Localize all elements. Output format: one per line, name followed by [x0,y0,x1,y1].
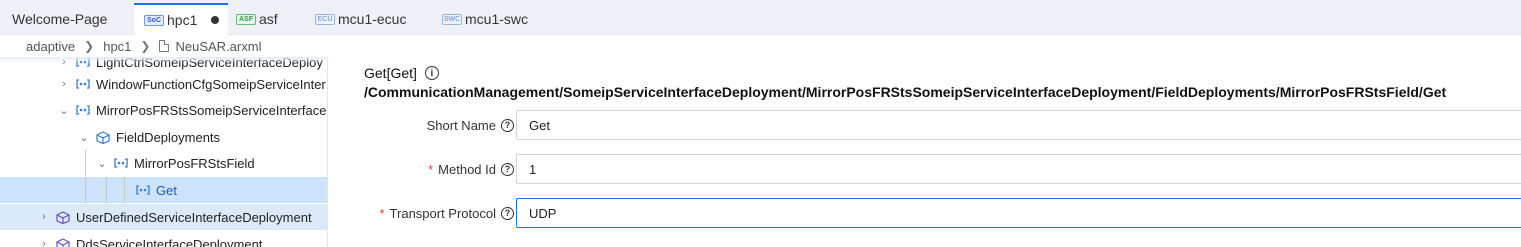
method-id-row: * Method Id ? [340,154,1521,184]
tree-item[interactable]: › WindowFunctionCfgSomeipServiceInter [0,71,327,97]
tree-item-label: MirrorPosFRStsField [134,155,255,171]
tree-guide-line [106,177,107,203]
file-icon [159,40,170,52]
asf-icon: ASF [236,13,256,25]
editor-tab-bar: Welcome-Page SoC hpc1 ASF asf ECU mcu1-e… [0,0,1521,35]
chevron-right-icon[interactable]: › [38,238,50,247]
chevron-down-icon[interactable]: ⌄ [58,104,70,117]
tree-guide-line [85,177,86,203]
tree-guide-line [85,150,86,176]
tree-item-label: FieldDeployments [116,129,221,145]
chevron-right-icon: ❯ [84,39,95,53]
tab-welcome-page[interactable]: Welcome-Page [12,4,107,34]
model-tree: › LightCtrlSomeipServiceInterfaceDeploy … [0,57,328,247]
tab-label: hpc1 [167,12,198,28]
element-title: Get[Get] i [364,65,439,81]
chevron-right-icon: ❯ [140,39,151,53]
tree-item-label: MirrorPosFRStsSomeipServiceInterface [96,102,327,118]
breadcrumb-item[interactable]: NeuSAR.arxml [175,39,261,54]
tab-mcu1-ecuc[interactable]: ECU mcu1-ecuc [315,4,406,34]
method-id-input[interactable] [516,154,1521,184]
label-text: Method Id [438,161,496,177]
transport-protocol-label: * Transport Protocol ? [379,198,514,228]
tree-item[interactable]: ⌄ FieldDeployments [0,124,327,150]
element-title-text: Get[Get] [364,65,417,81]
deployment-icon [114,157,128,169]
deployment-icon [76,78,90,90]
transport-protocol-row: * Transport Protocol ? [340,198,1521,228]
tab-asf[interactable]: ASF asf [236,4,278,34]
tree-item-selected[interactable]: Get [0,177,327,203]
chevron-right-icon[interactable]: › [38,211,50,223]
package-icon [56,210,70,224]
chevron-down-icon[interactable]: ⌄ [78,131,90,144]
tab-label: mcu1-ecuc [338,11,407,27]
deployment-icon [76,104,90,116]
tree-item[interactable]: › UserDefinedServiceInterfaceDeployment [0,204,327,230]
soc-icon: SoC [144,14,164,26]
package-icon [96,130,110,144]
help-icon[interactable]: ? [501,118,514,132]
breadcrumb-item[interactable]: adaptive [26,39,75,54]
method-id-label: * Method Id ? [428,154,514,184]
element-path: /CommunicationManagement/SomeipServiceIn… [364,84,1447,100]
package-icon [56,237,70,247]
short-name-label: Short Name ? [427,110,514,140]
breadcrumb-item[interactable]: hpc1 [103,39,131,54]
tab-label: mcu1-swc [465,11,529,27]
label-text: Short Name [426,117,496,133]
tree-item-label: WindowFunctionCfgSomeipServiceInter [96,76,326,92]
properties-panel: Get[Get] i /CommunicationManagement/Some… [340,57,1521,247]
tree-item-label: UserDefinedServiceInterfaceDeployment [76,209,312,225]
unsaved-dot-icon[interactable] [211,16,220,24]
help-icon[interactable]: ? [501,206,514,220]
tree-guide-line [124,177,125,203]
tree-item-label: DdsServiceInterfaceDeployment [76,236,263,247]
tab-mcu1-swc[interactable]: SWC mcu1-swc [442,4,528,34]
deployment-icon [136,184,150,196]
tree-item-label: Get [156,182,177,198]
help-icon[interactable]: ? [501,162,514,176]
short-name-row: Short Name ? [340,110,1521,140]
tab-hpc1[interactable]: SoC hpc1 [134,3,228,35]
ecu-icon: ECU [315,13,335,25]
chevron-down-icon[interactable]: ⌄ [96,157,108,170]
breadcrumb: adaptive ❯ hpc1 ❯ NeuSAR.arxml [0,35,1521,57]
tree-scroll-shadow [0,57,328,63]
tree-item[interactable]: › DdsServiceInterfaceDeployment [0,231,327,247]
tree-item[interactable]: ⌄ MirrorPosFRStsField [0,150,327,176]
transport-protocol-select[interactable] [516,198,1521,228]
info-icon[interactable]: i [424,66,439,80]
label-text: Transport Protocol [389,205,496,221]
chevron-right-icon[interactable]: › [58,78,70,90]
tab-label: asf [259,11,278,27]
tab-label: Welcome-Page [12,11,108,27]
tree-item[interactable]: ⌄ MirrorPosFRStsSomeipServiceInterface [0,97,327,123]
swc-icon: SWC [442,13,462,25]
short-name-input[interactable] [516,110,1521,140]
required-asterisk: * [379,205,385,221]
required-asterisk: * [428,161,434,177]
